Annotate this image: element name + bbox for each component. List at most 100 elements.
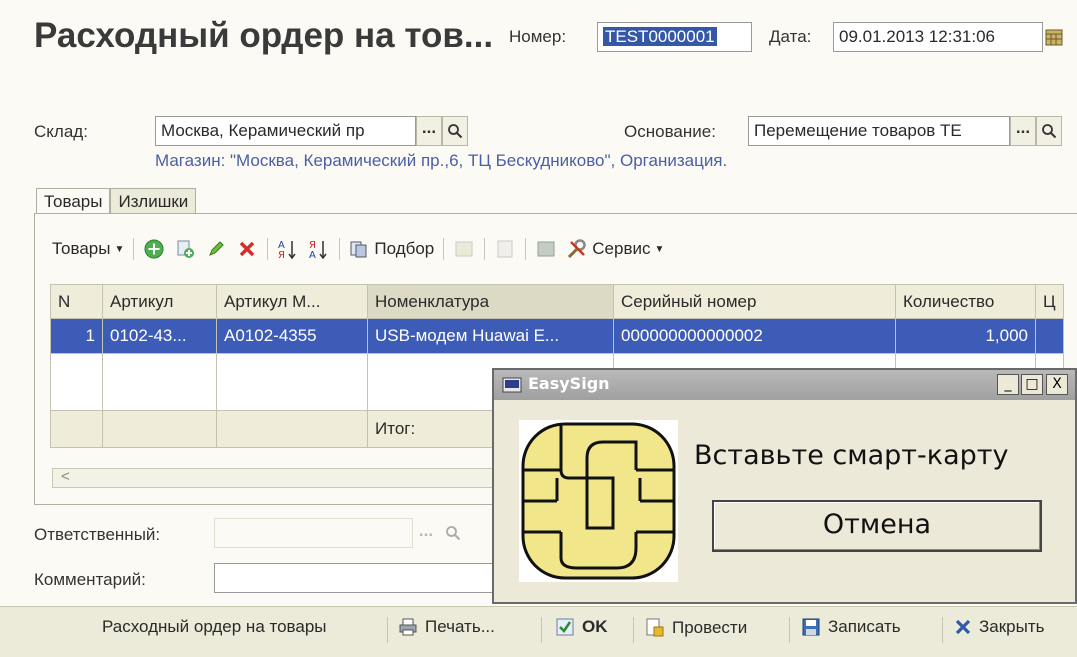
tab-bar: Товары Излишки bbox=[36, 188, 197, 214]
post-button[interactable]: Провести bbox=[645, 617, 747, 639]
cell-quantity: 1,000 bbox=[895, 318, 1036, 354]
number-field[interactable]: TEST0000001 bbox=[597, 22, 752, 52]
service-label: Сервис bbox=[592, 239, 651, 258]
svg-text:А: А bbox=[309, 250, 316, 260]
responsible-select-button[interactable]: ... bbox=[413, 518, 439, 548]
horizontal-scrollbar[interactable]: < bbox=[52, 468, 502, 488]
toolbar-separator bbox=[267, 238, 269, 260]
minimize-button[interactable]: _ bbox=[997, 374, 1019, 395]
numbering-icon[interactable] bbox=[453, 238, 475, 260]
grid-toolbar: Товары ▼ АЯ ЯА Подбор Сервис ▼ bbox=[52, 234, 664, 264]
goods-menu-button[interactable]: Товары ▼ bbox=[52, 239, 124, 259]
bottom-separator bbox=[942, 617, 943, 643]
tab-goods[interactable]: Товары bbox=[36, 188, 111, 214]
service-menu-button[interactable]: Сервис ▼ bbox=[566, 238, 664, 260]
bottom-separator bbox=[789, 617, 790, 643]
edit-icon[interactable] bbox=[205, 238, 227, 260]
responsible-search-icon[interactable] bbox=[440, 518, 466, 548]
bottom-separator bbox=[541, 617, 542, 643]
svg-text:Я: Я bbox=[278, 250, 285, 260]
cell-nomenclature: USB-модем Huawai E... bbox=[367, 318, 614, 354]
basis-select-button[interactable]: ... bbox=[1010, 116, 1036, 146]
basis-field[interactable]: Перемещение товаров ТЕ bbox=[748, 116, 1010, 146]
dropdown-arrow-icon: ▼ bbox=[114, 243, 125, 255]
column-header-quantity[interactable]: Количество bbox=[895, 284, 1036, 319]
document-icon[interactable] bbox=[494, 238, 516, 260]
warehouse-search-icon[interactable] bbox=[442, 116, 468, 146]
toolbar-separator bbox=[443, 238, 445, 260]
basis-label: Основание: bbox=[624, 122, 716, 141]
date-value: 09.01.2013 12:31:06 bbox=[839, 27, 995, 46]
dialog-close-button[interactable]: X bbox=[1046, 374, 1068, 395]
goods-menu-label: Товары bbox=[52, 239, 111, 258]
comment-field[interactable] bbox=[214, 563, 504, 593]
dialog-titlebar[interactable]: EasySign _ □ X bbox=[494, 370, 1075, 400]
delete-icon[interactable] bbox=[236, 238, 258, 260]
serial-number-icon[interactable] bbox=[535, 238, 557, 260]
close-button[interactable]: Закрыть bbox=[954, 617, 1044, 637]
smart-card-chip-icon bbox=[517, 418, 680, 589]
print-button[interactable]: Печать... bbox=[398, 617, 495, 637]
column-header-n[interactable]: N bbox=[50, 284, 103, 319]
doc-menu-button[interactable]: Расходный ордер на товары bbox=[102, 617, 327, 637]
print-label: Печать... bbox=[425, 617, 495, 636]
easysign-dialog: EasySign _ □ X Вставьте смарт-карту Отме… bbox=[492, 368, 1077, 604]
responsible-field[interactable] bbox=[214, 518, 413, 548]
number-label: Номер: bbox=[509, 27, 567, 46]
cancel-button[interactable]: Отмена bbox=[712, 500, 1042, 552]
pick-icon bbox=[350, 241, 367, 258]
pick-button[interactable]: Подбор bbox=[349, 239, 434, 259]
sort-desc-icon[interactable]: ЯА bbox=[308, 238, 330, 260]
save-icon bbox=[802, 618, 820, 636]
post-icon bbox=[646, 618, 664, 637]
ok-label: OK bbox=[582, 617, 608, 636]
column-header-article[interactable]: Артикул bbox=[102, 284, 217, 319]
toolbar-separator bbox=[484, 238, 486, 260]
save-button[interactable]: Записать bbox=[801, 617, 901, 637]
column-header-nomenclature[interactable]: Номенклатура bbox=[367, 284, 614, 319]
dialog-title: EasySign bbox=[528, 374, 610, 393]
warehouse-field[interactable]: Москва, Керамический пр bbox=[155, 116, 416, 146]
toolbar-separator bbox=[133, 238, 135, 260]
copy-icon[interactable] bbox=[174, 238, 196, 260]
toolbar-separator bbox=[525, 238, 527, 260]
add-icon[interactable] bbox=[143, 238, 165, 260]
ok-button[interactable]: OK bbox=[555, 617, 608, 637]
table-header-row: N Артикул Артикул М... Номенклатура Сери… bbox=[50, 284, 1064, 319]
basis-search-icon[interactable] bbox=[1036, 116, 1062, 146]
date-field[interactable]: 09.01.2013 12:31:06 bbox=[833, 22, 1043, 52]
dropdown-arrow-icon: ▼ bbox=[654, 243, 665, 255]
table-row[interactable]: 1 0102-43... A0102-4355 USB-модем Huawai… bbox=[50, 318, 1064, 354]
save-label: Записать bbox=[828, 617, 901, 636]
warehouse-select-button[interactable]: ... bbox=[416, 116, 442, 146]
column-header-price[interactable]: Ц bbox=[1035, 284, 1064, 319]
comment-label: Комментарий: bbox=[34, 570, 146, 589]
tab-surplus[interactable]: Излишки bbox=[110, 188, 197, 214]
column-header-article-m[interactable]: Артикул М... bbox=[216, 284, 368, 319]
tools-icon bbox=[568, 239, 587, 259]
scroll-left-icon[interactable]: < bbox=[61, 468, 70, 485]
responsible-label: Ответственный: bbox=[34, 525, 161, 544]
close-icon bbox=[955, 619, 971, 635]
cell-n: 1 bbox=[50, 318, 103, 354]
bottom-separator bbox=[387, 617, 388, 643]
dialog-message: Вставьте смарт-карту bbox=[694, 440, 1009, 471]
date-label: Дата: bbox=[769, 27, 812, 46]
column-header-serial[interactable]: Серийный номер bbox=[613, 284, 896, 319]
maximize-button[interactable]: □ bbox=[1021, 374, 1043, 395]
number-value: TEST0000001 bbox=[603, 27, 717, 46]
post-label: Провести bbox=[672, 618, 748, 637]
page-title: Расходный ордер на тов... bbox=[34, 16, 494, 55]
pick-label: Подбор bbox=[374, 239, 435, 258]
warehouse-label: Склад: bbox=[34, 122, 88, 141]
toolbar-separator bbox=[339, 238, 341, 260]
app-icon bbox=[502, 377, 522, 398]
calendar-icon[interactable] bbox=[1041, 23, 1067, 51]
bottom-separator bbox=[633, 617, 634, 643]
cell-price bbox=[1035, 318, 1064, 354]
printer-icon bbox=[399, 618, 417, 636]
doc-menu-label: Расходный ордер на товары bbox=[102, 617, 327, 636]
warehouse-info-link[interactable]: Магазин: "Москва, Керамический пр.,6, ТЦ… bbox=[155, 151, 727, 171]
sort-asc-icon[interactable]: АЯ bbox=[277, 238, 299, 260]
cell-article: 0102-43... bbox=[102, 318, 217, 354]
